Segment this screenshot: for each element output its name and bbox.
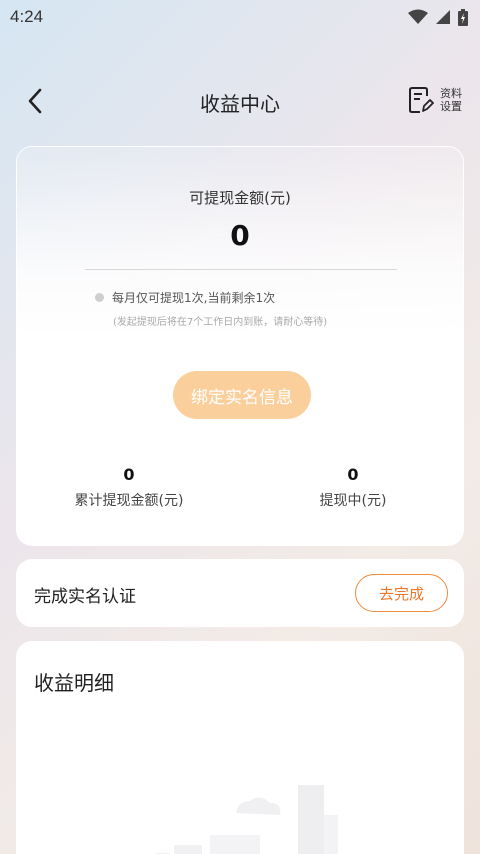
total-withdrawn-label: 累计提现金额(元) bbox=[74, 493, 184, 509]
withdraw-note-sub: (发起提现后将在7个工作日内到账，请耐心等待) bbox=[113, 317, 328, 328]
status-time: 4:24 bbox=[10, 7, 44, 26]
verify-card: 完成实名认证 去完成 bbox=[16, 559, 464, 627]
status-icons bbox=[408, 8, 468, 26]
divider bbox=[85, 269, 397, 270]
withdrawing-label: 提现中(元) bbox=[319, 493, 387, 509]
battery-icon bbox=[458, 8, 468, 26]
verify-label: 完成实名认证 bbox=[34, 587, 136, 607]
document-edit-icon bbox=[409, 87, 434, 113]
nav-bar: 收益中心 资料设置 bbox=[0, 76, 480, 126]
available-amount-label: 可提现金额(元) bbox=[189, 189, 291, 207]
empty-state-illustration bbox=[156, 785, 338, 854]
withdrawing-stat: 0 提现中(元) bbox=[263, 465, 443, 510]
status-bar: 4:24 bbox=[0, 0, 480, 34]
withdrawing-value: 0 bbox=[347, 465, 359, 484]
profile-settings-label: 资料设置 bbox=[440, 87, 462, 113]
wifi-icon bbox=[408, 9, 428, 24]
balance-card: 可提现金额(元) 0 每月仅可提现1次,当前剩余1次 (发起提现后将在7个工作日… bbox=[16, 146, 464, 546]
withdraw-note: 每月仅可提现1次,当前剩余1次 bbox=[95, 289, 275, 306]
earnings-detail-title: 收益明细 bbox=[34, 671, 114, 695]
profile-settings-button[interactable]: 资料设置 bbox=[408, 86, 464, 114]
bullet-dot-icon bbox=[95, 293, 104, 302]
withdraw-note-text: 每月仅可提现1次,当前剩余1次 bbox=[112, 291, 276, 305]
available-amount-value: 0 bbox=[230, 219, 250, 252]
bind-realname-button[interactable]: 绑定实名信息 bbox=[173, 371, 311, 419]
complete-verification-button[interactable]: 去完成 bbox=[355, 574, 448, 612]
total-withdrawn-value: 0 bbox=[123, 465, 135, 484]
total-withdrawn-stat: 0 累计提现金额(元) bbox=[39, 465, 219, 510]
earnings-detail-card: 收益明细 bbox=[16, 641, 464, 854]
cell-signal-icon bbox=[436, 10, 450, 24]
